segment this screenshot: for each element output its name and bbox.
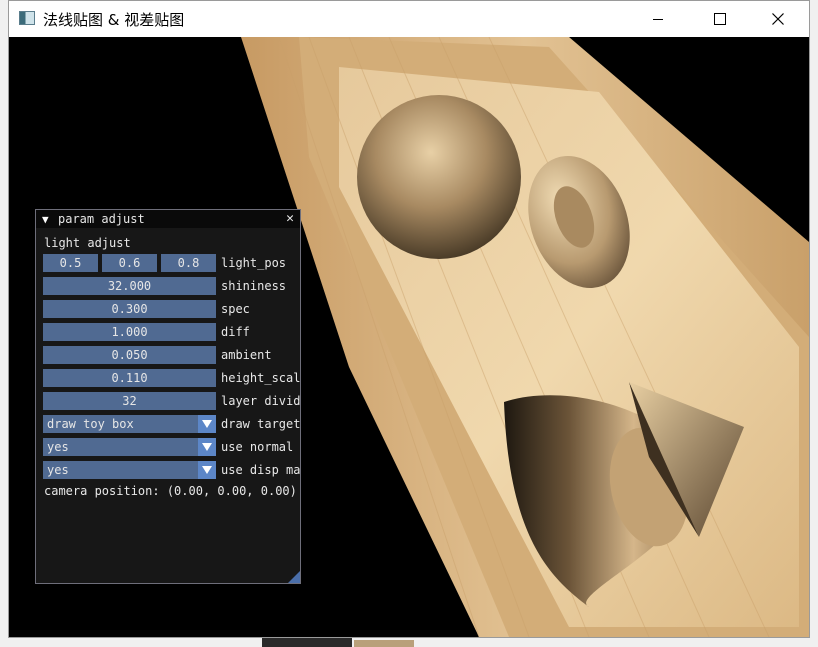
taskbar-fragment bbox=[262, 638, 422, 647]
close-icon bbox=[772, 13, 784, 25]
use-disp-map-label: use disp ma bbox=[221, 463, 301, 477]
spec-label: spec bbox=[221, 302, 250, 316]
use-disp-map-combo[interactable]: yes bbox=[43, 461, 216, 479]
spec-slider[interactable]: 0.300 bbox=[43, 300, 216, 318]
height-scale-label: height_scal bbox=[221, 371, 301, 385]
draw-target-value: draw toy box bbox=[47, 417, 134, 431]
panel-title-bar[interactable]: ▼ param adjust ✕ bbox=[36, 210, 300, 228]
diff-slider[interactable]: 1.000 bbox=[43, 323, 216, 341]
height-scale-slider[interactable]: 0.110 bbox=[43, 369, 216, 387]
draw-target-label: draw target bbox=[221, 417, 301, 431]
resize-grip-icon[interactable] bbox=[288, 571, 300, 583]
title-bar[interactable]: 法线贴图 & 视差贴图 bbox=[9, 1, 809, 37]
app-window: 法线贴图 & 视差贴图 ▼ param adjust ✕ light adjus… bbox=[0, 0, 818, 647]
minimize-button[interactable] bbox=[627, 1, 689, 37]
chevron-down-icon[interactable] bbox=[198, 461, 216, 479]
minimize-icon bbox=[653, 19, 663, 20]
window-title: 法线贴图 & 视差贴图 bbox=[43, 11, 185, 29]
light-pos-z-field[interactable]: 0.8 bbox=[161, 254, 216, 272]
section-label: light adjust bbox=[44, 236, 131, 250]
maximize-icon bbox=[714, 13, 726, 25]
app-icon bbox=[19, 11, 35, 25]
use-disp-map-value: yes bbox=[47, 463, 69, 477]
diff-label: diff bbox=[221, 325, 250, 339]
shininess-slider[interactable]: 32.000 bbox=[43, 277, 216, 295]
panel-title: param adjust bbox=[58, 212, 145, 226]
chevron-down-icon[interactable] bbox=[198, 415, 216, 433]
use-normal-map-combo[interactable]: yes bbox=[43, 438, 216, 456]
shininess-label: shininess bbox=[221, 279, 287, 293]
chevron-down-icon[interactable] bbox=[198, 438, 216, 456]
ambient-slider[interactable]: 0.050 bbox=[43, 346, 216, 364]
collapse-triangle-icon[interactable]: ▼ bbox=[42, 213, 49, 226]
light-pos-x-field[interactable]: 0.5 bbox=[43, 254, 98, 272]
param-adjust-panel[interactable]: ▼ param adjust ✕ light adjust 0.5 0.6 0.… bbox=[35, 209, 301, 584]
use-normal-map-label: use normal ı bbox=[221, 440, 301, 454]
close-button[interactable] bbox=[747, 1, 809, 37]
use-normal-map-value: yes bbox=[47, 440, 69, 454]
render-viewport[interactable]: ▼ param adjust ✕ light adjust 0.5 0.6 0.… bbox=[9, 37, 809, 637]
ambient-label: ambient bbox=[221, 348, 272, 362]
layer-divide-label: layer divid bbox=[221, 394, 301, 408]
light-pos-y-field[interactable]: 0.6 bbox=[102, 254, 157, 272]
layer-divide-slider[interactable]: 32 bbox=[43, 392, 216, 410]
light-pos-label: light_pos bbox=[221, 256, 287, 270]
draw-target-combo[interactable]: draw toy box bbox=[43, 415, 216, 433]
maximize-button[interactable] bbox=[689, 1, 751, 37]
panel-close-icon[interactable]: ✕ bbox=[286, 211, 294, 226]
camera-position-text: camera position: (0.00, 0.00, 0.00) bbox=[44, 484, 297, 498]
